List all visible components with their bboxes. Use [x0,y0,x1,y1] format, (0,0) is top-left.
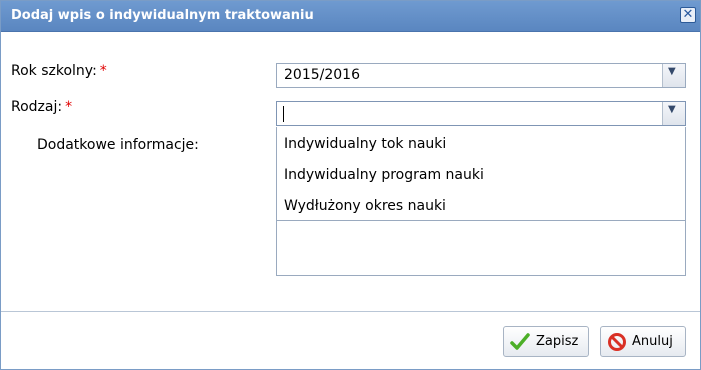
checkmark-icon [510,333,530,350]
dialog-title: Dodaj wpis o indywidualnym traktowaniu [11,8,314,23]
cancel-icon [608,333,626,351]
type-label-text: Rodzaj: [11,99,63,115]
school-year-select[interactable]: 2015/2016 ▼ [276,63,686,88]
chevron-down-icon[interactable]: ▼ [662,64,685,87]
school-year-value: 2015/2016 [284,67,360,83]
footer-divider [1,311,700,312]
chevron-down-icon[interactable]: ▼ [662,102,685,125]
required-marker: * [65,99,73,115]
type-select[interactable]: ▼ [276,101,686,126]
type-dropdown-list: Indywidualny tok nauki Indywidualny prog… [276,127,686,221]
cancel-button[interactable]: Anuluj [600,326,686,357]
required-marker: * [99,63,107,79]
dropdown-option[interactable]: Indywidualny tok nauki [284,136,446,152]
type-label: Rodzaj: * [11,99,72,115]
dialog: Dodaj wpis o indywidualnym traktowaniu ✕… [0,0,701,370]
dropdown-option[interactable]: Wydłużony okres nauki [284,198,446,214]
school-year-label: Rok szkolny: * [11,63,107,79]
dropdown-option[interactable]: Indywidualny program nauki [284,167,484,183]
cancel-button-label: Anuluj [632,334,673,349]
school-year-label-text: Rok szkolny: [11,63,97,79]
dialog-title-bar[interactable]: Dodaj wpis o indywidualnym traktowaniu ✕ [1,1,700,32]
text-caret [283,106,284,122]
additional-info-textarea[interactable] [276,220,686,276]
save-button[interactable]: Zapisz [503,326,589,357]
additional-info-label: Dodatkowe informacje: [37,137,199,153]
save-button-label: Zapisz [536,334,579,349]
close-icon[interactable]: ✕ [680,7,696,23]
